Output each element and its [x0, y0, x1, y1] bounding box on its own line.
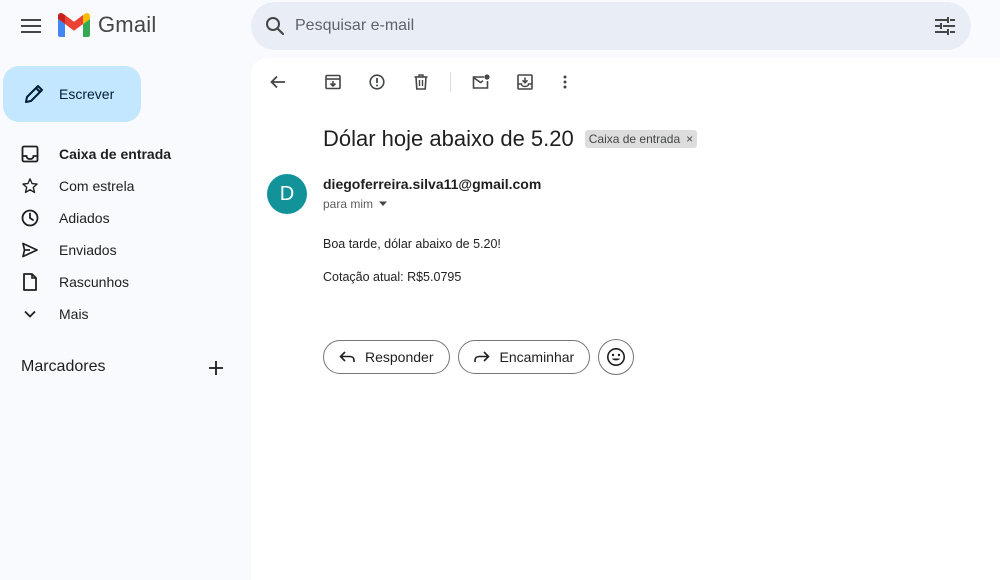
chevron-down-icon	[20, 304, 40, 324]
labels-title: Marcadores	[21, 358, 106, 375]
back-button[interactable]	[266, 70, 290, 94]
delete-button[interactable]	[409, 70, 433, 94]
sender-address: diegoferreira.silva11@gmail.com	[323, 176, 542, 192]
sidebar-item-label: Mais	[59, 306, 89, 322]
sidebar-item-starred[interactable]: Com estrela	[0, 170, 250, 202]
message-toolbar	[251, 58, 1000, 106]
draft-icon	[20, 272, 40, 292]
add-label-icon[interactable]	[206, 358, 226, 378]
avatar[interactable]: D	[267, 174, 307, 214]
sidebar-item-snoozed[interactable]: Adiados	[0, 202, 250, 234]
app-name: Gmail	[98, 12, 157, 37]
move-to-icon	[517, 74, 533, 90]
avatar-letter: D	[279, 182, 295, 205]
mark-unread-button[interactable]	[469, 70, 493, 94]
message-actions: Responder Encaminhar	[323, 339, 635, 375]
menu-icon	[21, 19, 41, 33]
star-icon	[20, 176, 40, 196]
toolbar-divider	[450, 72, 451, 92]
sidebar-item-label: Com estrela	[59, 178, 135, 194]
search-options-icon[interactable]	[933, 14, 957, 38]
inbox-icon	[20, 144, 40, 164]
sidebar-item-drafts[interactable]: Rascunhos	[0, 266, 250, 298]
header: Gmail	[0, 0, 1000, 52]
search-icon[interactable]	[263, 14, 287, 38]
label-chip-inbox[interactable]: Caixa de entrada ×	[584, 130, 698, 148]
more-options-button[interactable]	[553, 70, 577, 94]
recipient-details[interactable]: para mim	[323, 197, 389, 211]
arrow-back-icon	[270, 75, 285, 89]
move-to-button[interactable]	[513, 70, 537, 94]
archive-icon	[325, 74, 341, 90]
close-icon[interactable]: ×	[686, 132, 693, 146]
subject-row: Dólar hoje abaixo de 5.20 Caixa de entra…	[323, 126, 698, 152]
report-spam-button[interactable]	[365, 70, 389, 94]
main-menu-button[interactable]	[13, 8, 49, 44]
sidebar-item-more[interactable]: Mais	[0, 298, 250, 330]
reply-button[interactable]: Responder	[323, 340, 450, 374]
trash-icon	[414, 74, 428, 90]
label-chip-text: Caixa de entrada	[588, 132, 681, 146]
sidebar-nav: Caixa de entrada Com estrela Adiados Env…	[0, 138, 250, 330]
sidebar-item-label: Enviados	[59, 242, 117, 258]
forward-label: Encaminhar	[499, 349, 575, 365]
message-body-line: Cotação atual: R$5.0795	[323, 270, 462, 284]
emoji-reaction-button[interactable]	[598, 339, 635, 375]
recipient-label: para mim	[323, 197, 374, 211]
message-body-line: Boa tarde, dólar abaixo de 5.20!	[323, 237, 501, 251]
report-icon	[369, 74, 385, 90]
forward-button[interactable]: Encaminhar	[457, 340, 591, 374]
pencil-icon	[25, 85, 43, 103]
sidebar-item-label: Rascunhos	[59, 274, 130, 290]
gmail-logo-icon	[58, 13, 90, 37]
more-vert-icon	[563, 75, 567, 89]
clock-icon	[20, 208, 40, 228]
search-bar[interactable]	[251, 2, 971, 50]
message-subject: Dólar hoje abaixo de 5.20	[323, 126, 574, 151]
sidebar-item-label: Caixa de entrada	[59, 146, 172, 162]
emoji-icon	[607, 348, 626, 366]
labels-section-header: Marcadores	[21, 356, 236, 380]
reply-icon	[338, 348, 356, 366]
sidebar-item-label: Adiados	[59, 210, 110, 226]
reply-label: Responder	[365, 349, 434, 365]
message-view: Dólar hoje abaixo de 5.20 Caixa de entra…	[251, 58, 1000, 580]
search-input[interactable]	[295, 12, 915, 40]
compose-label: Escrever	[59, 86, 115, 102]
compose-button[interactable]: Escrever	[3, 66, 141, 122]
sidebar-item-inbox[interactable]: Caixa de entrada	[0, 138, 250, 170]
sidebar-item-sent[interactable]: Enviados	[0, 234, 250, 266]
forward-icon	[473, 348, 491, 366]
archive-button[interactable]	[321, 70, 345, 94]
gmail-logo[interactable]: Gmail	[58, 12, 156, 38]
caret-down-icon[interactable]	[377, 198, 389, 210]
send-icon	[20, 240, 40, 260]
mark-unread-icon	[472, 74, 490, 89]
